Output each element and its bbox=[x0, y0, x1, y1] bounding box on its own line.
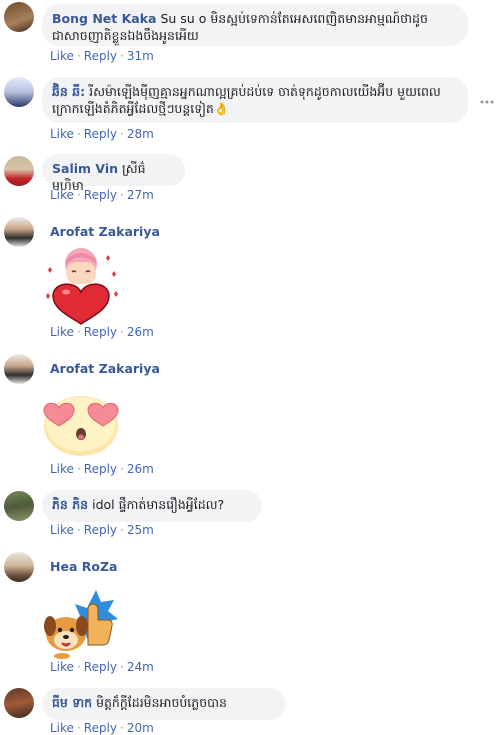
separator: · bbox=[120, 49, 124, 63]
timestamp[interactable]: 20m bbox=[127, 721, 154, 735]
separator: · bbox=[76, 127, 81, 141]
separator: · bbox=[120, 523, 124, 537]
more-options-icon[interactable] bbox=[480, 99, 494, 105]
reply-link[interactable]: Reply bbox=[84, 188, 117, 202]
like-link[interactable]: Like bbox=[50, 127, 74, 141]
dog-thumbs-up-sticker bbox=[44, 590, 118, 659]
reply-link[interactable]: Reply bbox=[84, 127, 117, 141]
avatar[interactable] bbox=[4, 354, 34, 384]
timestamp[interactable]: 27m bbox=[127, 188, 154, 202]
like-link[interactable]: Like bbox=[50, 462, 74, 476]
comment-bubble: ឆ៊ិន ឆី: រីសម៉ាឡើងមុីញគ្មានអ្នកណាល្អគ្រប់… bbox=[42, 77, 468, 123]
comment-text: idol ផ្ទឹកាត់មានរឿងអ្វីដែល? bbox=[92, 497, 225, 512]
comment-actions: Like · Reply · 28m bbox=[50, 127, 154, 141]
comment-actions: Like · Reply · 25m bbox=[50, 523, 154, 537]
comment-actions: Like · Reply · 24m bbox=[50, 660, 154, 674]
comment-actions: Like · Reply · 20m bbox=[50, 721, 154, 735]
comment-author[interactable]: Bong Net Kaka bbox=[52, 11, 156, 26]
comment-actions: Like · Reply · 26m bbox=[50, 325, 154, 339]
comment-text: មិត្តក៏ក្ដីដែរមិនអាចបំភ្លេចបាន bbox=[96, 695, 227, 710]
comment-actions: Like · Reply · 26m bbox=[50, 462, 154, 476]
comment-author[interactable]: ធីម ទាក bbox=[52, 695, 92, 710]
reply-link[interactable]: Reply bbox=[84, 462, 117, 476]
girl-hugging-heart-sticker bbox=[46, 248, 118, 325]
like-link[interactable]: Like bbox=[50, 49, 74, 63]
reply-link[interactable]: Reply bbox=[84, 523, 117, 537]
like-link[interactable]: Like bbox=[50, 325, 74, 339]
separator: · bbox=[76, 462, 81, 476]
separator: · bbox=[76, 49, 81, 63]
comment-bubble: Salim Vin ស្រីធ៌មហិមា bbox=[42, 154, 185, 193]
comment-actions: Like · Reply · 27m bbox=[50, 188, 154, 202]
avatar[interactable] bbox=[4, 156, 34, 186]
separator: · bbox=[120, 721, 124, 735]
comment-author[interactable]: Arofat Zakariya bbox=[50, 361, 160, 376]
timestamp[interactable]: 26m bbox=[127, 325, 154, 339]
avatar[interactable] bbox=[4, 217, 34, 247]
separator: · bbox=[120, 325, 124, 339]
comment-text: រីសម៉ាឡើងមុីញគ្មានអ្នកណាល្អគ្រប់ដប់ទេ ចា… bbox=[52, 84, 441, 116]
comment-bubble: ធីម ទាក មិត្តក៏ក្ដីដែរមិនអាចបំភ្លេចបាន bbox=[42, 688, 286, 720]
comment-author[interactable]: ភិន ភិន bbox=[52, 497, 88, 512]
separator: · bbox=[76, 188, 81, 202]
separator: · bbox=[76, 721, 81, 735]
reply-link[interactable]: Reply bbox=[84, 325, 117, 339]
separator: · bbox=[120, 462, 124, 476]
heart-eyes-face-sticker bbox=[43, 396, 119, 456]
comment-author[interactable]: ឆ៊ិន ឆី: bbox=[52, 84, 85, 99]
comment-actions: Like · Reply · 31m bbox=[50, 49, 154, 63]
avatar[interactable] bbox=[4, 688, 34, 718]
like-link[interactable]: Like bbox=[50, 523, 74, 537]
avatar[interactable] bbox=[4, 552, 34, 582]
comment-author[interactable]: Hea RoZa bbox=[50, 559, 117, 574]
comment-bubble: ភិន ភិន idol ផ្ទឹកាត់មានរឿងអ្វីដែល? bbox=[42, 490, 262, 522]
comment-bubble: Bong Net Kaka Su su o មិនស្អប់ទេកាន់តែអេស… bbox=[42, 4, 468, 46]
separator: · bbox=[120, 127, 124, 141]
timestamp[interactable]: 31m bbox=[127, 49, 154, 63]
like-link[interactable]: Like bbox=[50, 188, 74, 202]
separator: · bbox=[120, 188, 124, 202]
comment-author[interactable]: Arofat Zakariya bbox=[50, 224, 160, 239]
reply-link[interactable]: Reply bbox=[84, 49, 117, 63]
like-link[interactable]: Like bbox=[50, 660, 74, 674]
comment-author[interactable]: Salim Vin bbox=[52, 161, 118, 176]
timestamp[interactable]: 28m bbox=[127, 127, 154, 141]
reply-link[interactable]: Reply bbox=[84, 721, 117, 735]
like-link[interactable]: Like bbox=[50, 721, 74, 735]
avatar[interactable] bbox=[4, 2, 34, 32]
timestamp[interactable]: 26m bbox=[127, 462, 154, 476]
timestamp[interactable]: 25m bbox=[127, 523, 154, 537]
timestamp[interactable]: 24m bbox=[127, 660, 154, 674]
separator: · bbox=[120, 660, 124, 674]
separator: · bbox=[76, 660, 81, 674]
avatar[interactable] bbox=[4, 77, 34, 107]
reply-link[interactable]: Reply bbox=[84, 660, 117, 674]
separator: · bbox=[76, 523, 81, 537]
separator: · bbox=[76, 325, 81, 339]
avatar[interactable] bbox=[4, 491, 34, 521]
